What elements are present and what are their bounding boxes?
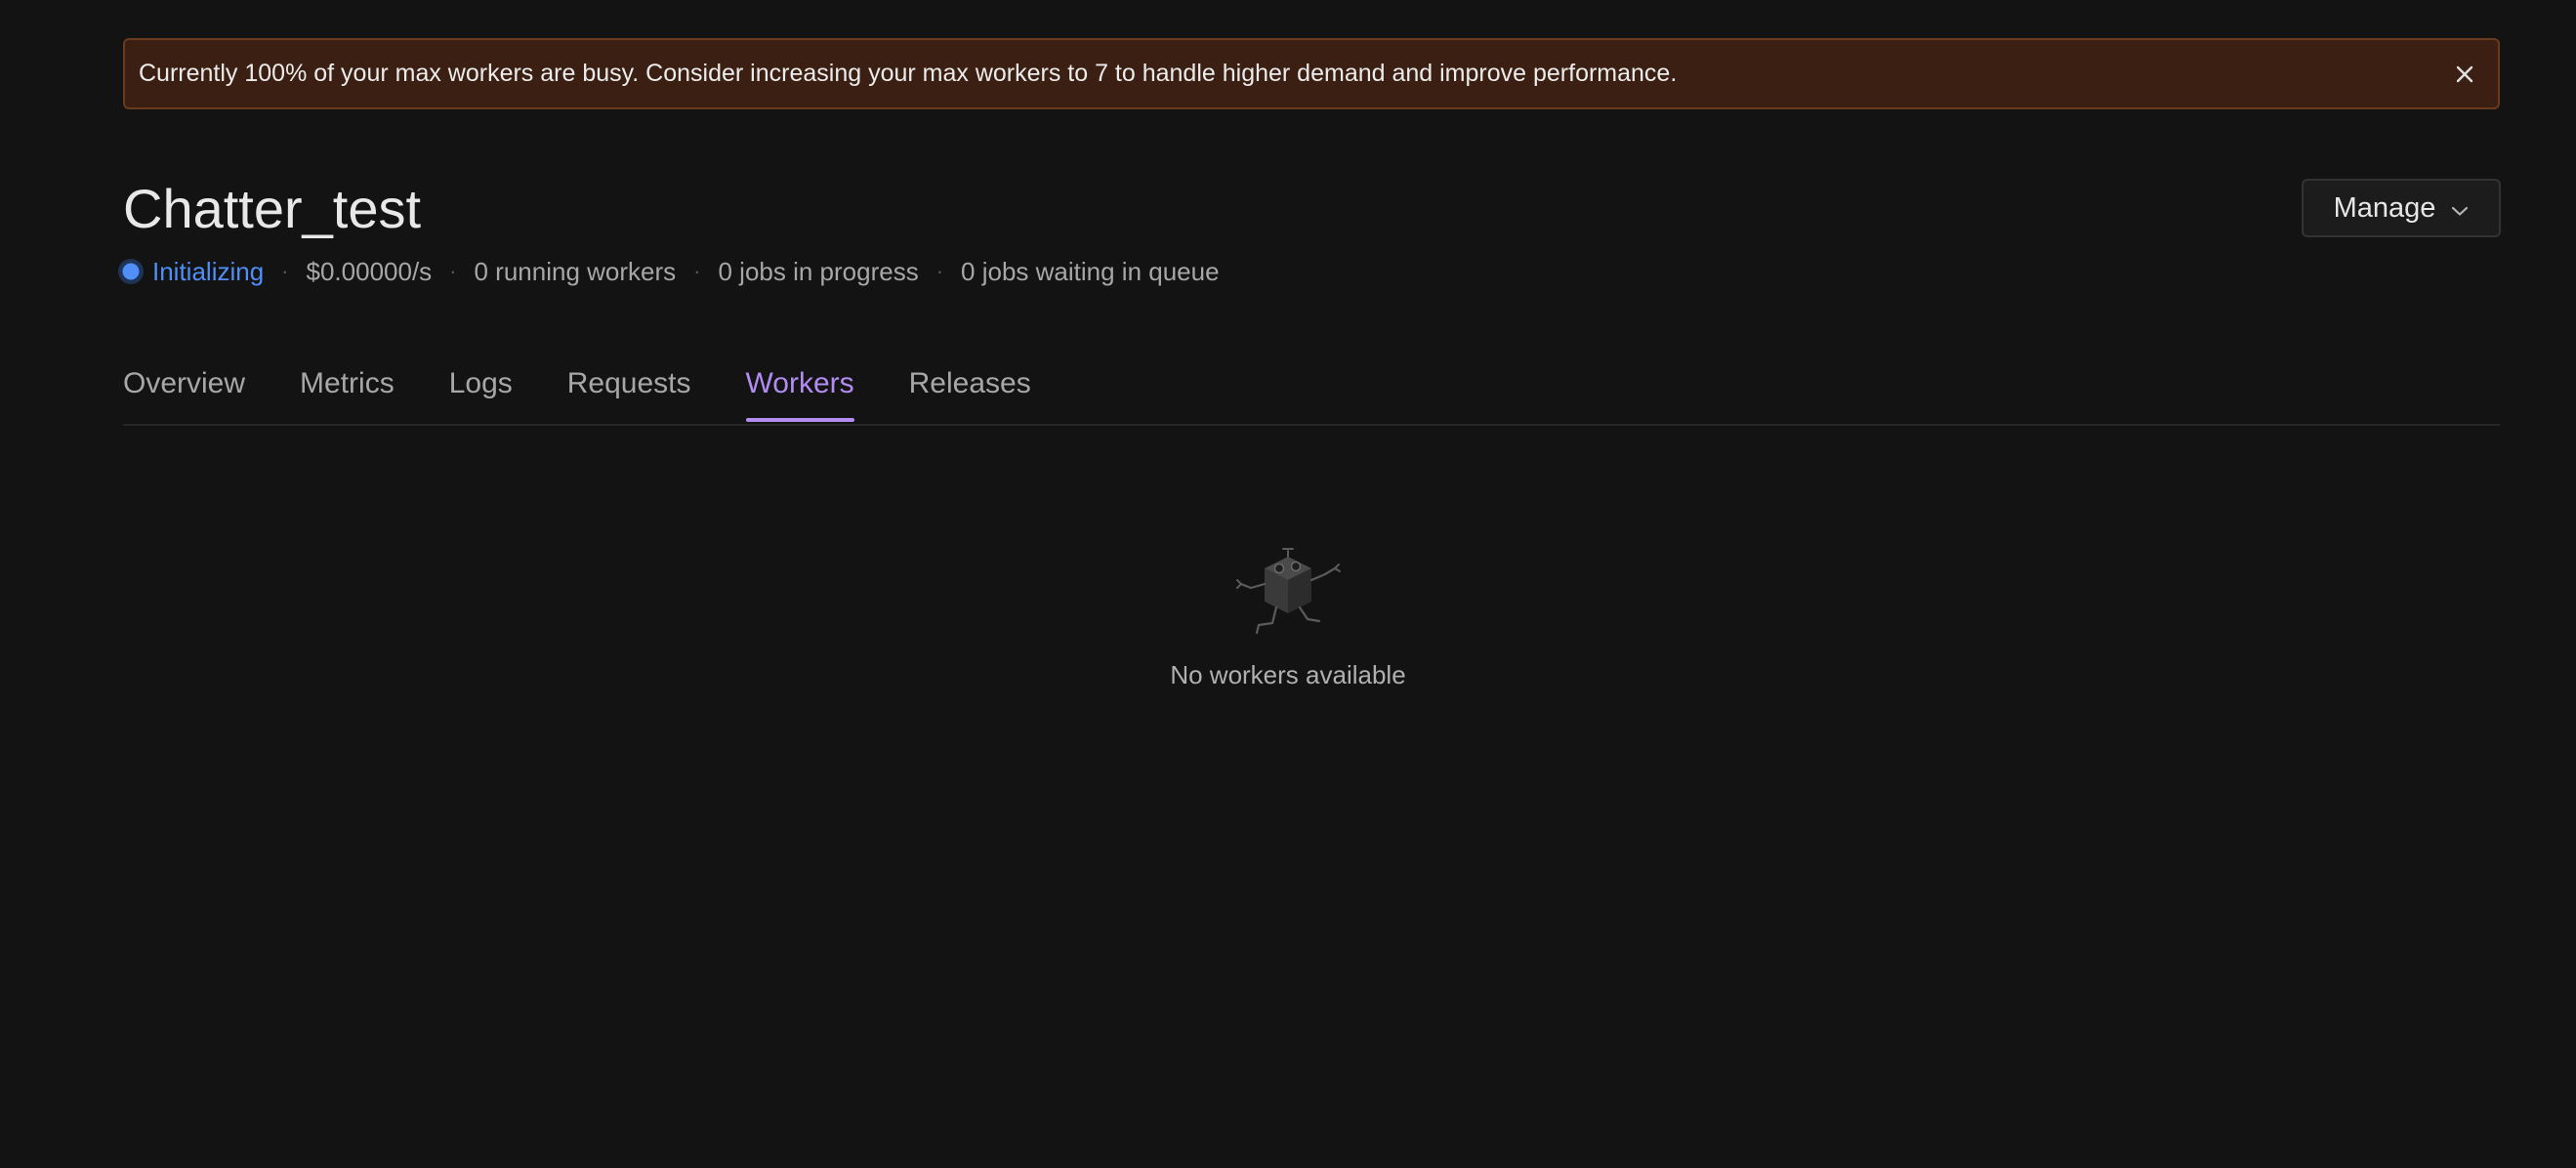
tab-metrics[interactable]: Metrics xyxy=(300,361,395,422)
tab-releases[interactable]: Releases xyxy=(909,361,1031,422)
endpoint-status-row: Initializing · $0.00000/s · 0 running wo… xyxy=(117,252,1220,291)
close-icon[interactable] xyxy=(2445,55,2484,94)
empty-state-message: No workers available xyxy=(1170,660,1406,689)
tab-workers[interactable]: Workers xyxy=(745,361,854,422)
alert-message: Currently 100% of your max workers are b… xyxy=(139,60,1678,87)
tab-overview[interactable]: Overview xyxy=(123,361,245,422)
endpoint-tabs: Overview Metrics Logs Requests Workers R… xyxy=(123,361,2500,426)
manage-button-label: Manage xyxy=(2333,191,2436,224)
empty-state: No workers available xyxy=(1093,545,1483,690)
running-workers-count: 0 running workers xyxy=(474,256,677,286)
tab-logs[interactable]: Logs xyxy=(449,361,513,422)
separator-dot: · xyxy=(693,259,701,283)
capacity-warning-banner: Currently 100% of your max workers are b… xyxy=(123,38,2500,109)
tab-requests[interactable]: Requests xyxy=(567,361,691,422)
separator-dot: · xyxy=(281,259,289,283)
robot-cube-icon xyxy=(1236,548,1341,635)
cost-per-second: $0.00000/s xyxy=(306,256,433,286)
page-title: Chatter_test xyxy=(123,178,422,239)
jobs-waiting-count: 0 jobs waiting in queue xyxy=(961,256,1220,286)
separator-dot: · xyxy=(935,259,944,283)
separator-dot: · xyxy=(449,259,457,283)
status-dot-icon xyxy=(117,258,145,285)
status-badge: Initializing xyxy=(152,256,265,286)
manage-dropdown-button[interactable]: Manage xyxy=(2302,179,2501,237)
chevron-down-icon xyxy=(2451,192,2469,225)
jobs-in-progress-count: 0 jobs in progress xyxy=(718,256,919,286)
